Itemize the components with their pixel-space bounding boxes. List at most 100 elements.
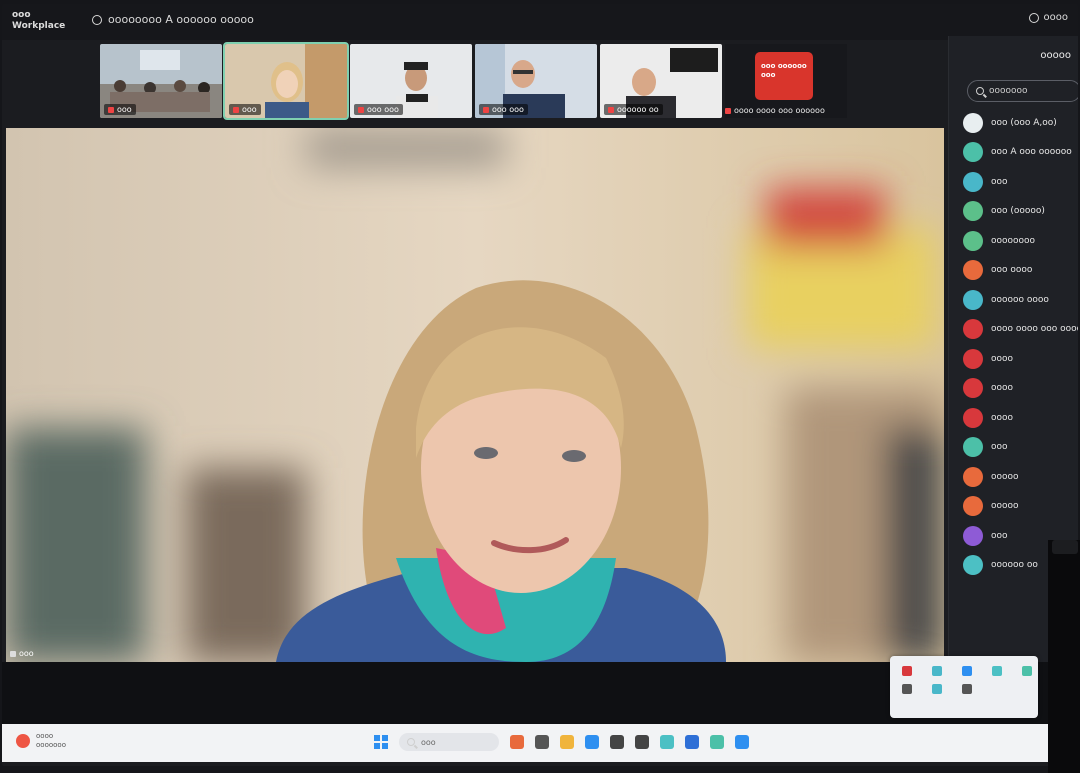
screen: ooo Workplace oooooooo A oooooo ooooo oo… (2, 4, 1078, 766)
speaker-video-feed (6, 128, 944, 662)
participant-list: ooo (ooo A,oo) ooo A ooo oooooo ooo ooo (oo… (963, 108, 1078, 580)
participant-row[interactable]: oooooooo (963, 226, 1078, 256)
participant-row[interactable]: ooo A ooo oooooo (963, 138, 1078, 168)
main-speaker-video[interactable]: ooo (6, 128, 944, 662)
participant-row[interactable]: ooo (963, 433, 1078, 463)
participant-name: ooo (991, 442, 1008, 453)
system-tray-popup (890, 656, 1038, 718)
taskbar-search-placeholder: ooo (421, 737, 436, 747)
participant-name: ooo oooo (991, 265, 1033, 276)
tray-app-icon[interactable] (932, 684, 942, 694)
participant-name-tag: oooo oooo ooo oooooo (725, 106, 825, 115)
participant-row[interactable]: ooo (963, 167, 1078, 197)
taskbar-app-icon[interactable] (535, 735, 549, 749)
participant-name: oooooo oo (991, 560, 1038, 571)
mic-muted-icon (233, 106, 239, 113)
info-icon[interactable] (92, 14, 102, 25)
taskbar: oooo ooooooo ooo (2, 724, 1062, 762)
top-bar: ooo Workplace oooooooo A oooooo ooooo oo… (2, 4, 1078, 40)
tray-app-icon[interactable] (1022, 666, 1032, 676)
participant-row[interactable]: ooo (ooooo) (963, 197, 1078, 227)
weather-line-1: oooo (36, 732, 54, 740)
participant-name: oooo (991, 412, 1014, 423)
participant-name-tag: ooo (104, 104, 136, 115)
participant-avatar (963, 112, 983, 133)
weather-icon (16, 734, 30, 748)
participant-strip: ooo ooo ooo ooo ooo ooo oooooo oo ooo oo… (100, 42, 847, 122)
taskbar-app-icon[interactable] (710, 735, 724, 749)
participant-avatar (963, 525, 983, 546)
weather-line-2: ooooooo (36, 741, 66, 749)
participant-avatar (963, 437, 983, 458)
participant-name-tag: ooo (229, 104, 261, 115)
panel-title: ooooo (1040, 50, 1071, 61)
taskbar-app-icon[interactable] (585, 735, 599, 749)
taskbar-app-icon[interactable] (560, 735, 574, 749)
taskbar-app-icon[interactable] (660, 735, 674, 749)
top-right-controls[interactable]: oooo (1028, 12, 1068, 23)
webcam-device (1048, 540, 1080, 773)
meeting-title[interactable]: oooooooo A oooooo ooooo (92, 13, 254, 26)
taskbar-app-icon[interactable] (685, 735, 699, 749)
participant-row[interactable]: ooooo (963, 492, 1078, 522)
mic-icon (10, 650, 16, 657)
participant-avatar (963, 407, 983, 428)
participant-tile[interactable]: ooo ooo (350, 44, 472, 118)
participant-tile-active[interactable]: ooo (223, 42, 349, 120)
participant-name-tag: ooo ooo (354, 104, 403, 115)
top-right-text: oooo (1043, 12, 1068, 23)
participant-name: ooooo (991, 501, 1019, 512)
participant-row[interactable]: oooo oooo ooo oooo (963, 315, 1078, 345)
participant-row[interactable]: oooo (963, 374, 1078, 404)
participant-avatar (963, 319, 983, 340)
participant-row[interactable]: ooo (ooo A,oo) (963, 108, 1078, 138)
participant-avatar (963, 171, 983, 192)
participant-avatar (963, 289, 983, 310)
participant-tile[interactable]: ooo (100, 44, 222, 118)
participant-name: ooo A ooo oooooo (991, 147, 1072, 158)
participant-avatar (963, 142, 983, 163)
participant-tile-logo[interactable]: ooo oooooo ooo oooo oooo ooo oooooo (725, 44, 847, 118)
participant-name: oooo oooo ooo oooo (991, 324, 1078, 335)
tray-app-icon[interactable] (992, 666, 1002, 676)
participant-avatar (963, 230, 983, 251)
participant-tile[interactable]: oooooo oo (600, 44, 722, 118)
taskbar-app-icon[interactable] (735, 735, 749, 749)
mic-muted-icon (725, 107, 731, 114)
mic-muted-icon (483, 106, 489, 113)
app-logo: ooo Workplace (12, 10, 66, 31)
weather-widget[interactable]: oooo ooooooo (16, 732, 66, 750)
mic-muted-icon (358, 106, 364, 113)
participant-search-input[interactable]: ooooooo (967, 80, 1078, 102)
taskbar-apps: ooo (374, 733, 749, 751)
start-icon[interactable] (374, 735, 388, 749)
participant-tile[interactable]: ooo ooo (475, 44, 597, 118)
tray-app-icon[interactable] (902, 666, 912, 676)
tray-app-icon[interactable] (962, 684, 972, 694)
participant-name: ooooo (991, 471, 1019, 482)
participant-row[interactable]: ooo oooo (963, 256, 1078, 286)
participant-avatar (963, 201, 983, 222)
participant-name: oooo (991, 353, 1014, 364)
tray-app-icon[interactable] (902, 684, 912, 694)
tray-app-icon[interactable] (932, 666, 942, 676)
participant-name: ooo (991, 530, 1008, 541)
mic-muted-icon (108, 106, 114, 113)
taskbar-app-icon[interactable] (635, 735, 649, 749)
participant-avatar (963, 496, 983, 517)
participant-avatar (963, 466, 983, 487)
participant-name: ooo (ooo A,oo) (991, 117, 1057, 128)
tray-app-icon[interactable] (962, 666, 972, 676)
participant-avatar (963, 260, 983, 281)
participant-row[interactable]: ooooo (963, 462, 1078, 492)
taskbar-app-icon[interactable] (610, 735, 624, 749)
search-icon (976, 87, 984, 95)
participant-row[interactable]: oooooo oooo (963, 285, 1078, 315)
tray-icon-grid (902, 666, 1042, 694)
participant-row[interactable]: oooo (963, 344, 1078, 374)
participant-row[interactable]: oooo (963, 403, 1078, 433)
taskbar-search-input[interactable]: ooo (399, 733, 499, 751)
organization-logo: ooo oooooo ooo (755, 52, 813, 100)
taskbar-app-icon[interactable] (510, 735, 524, 749)
participant-avatar (963, 378, 983, 399)
